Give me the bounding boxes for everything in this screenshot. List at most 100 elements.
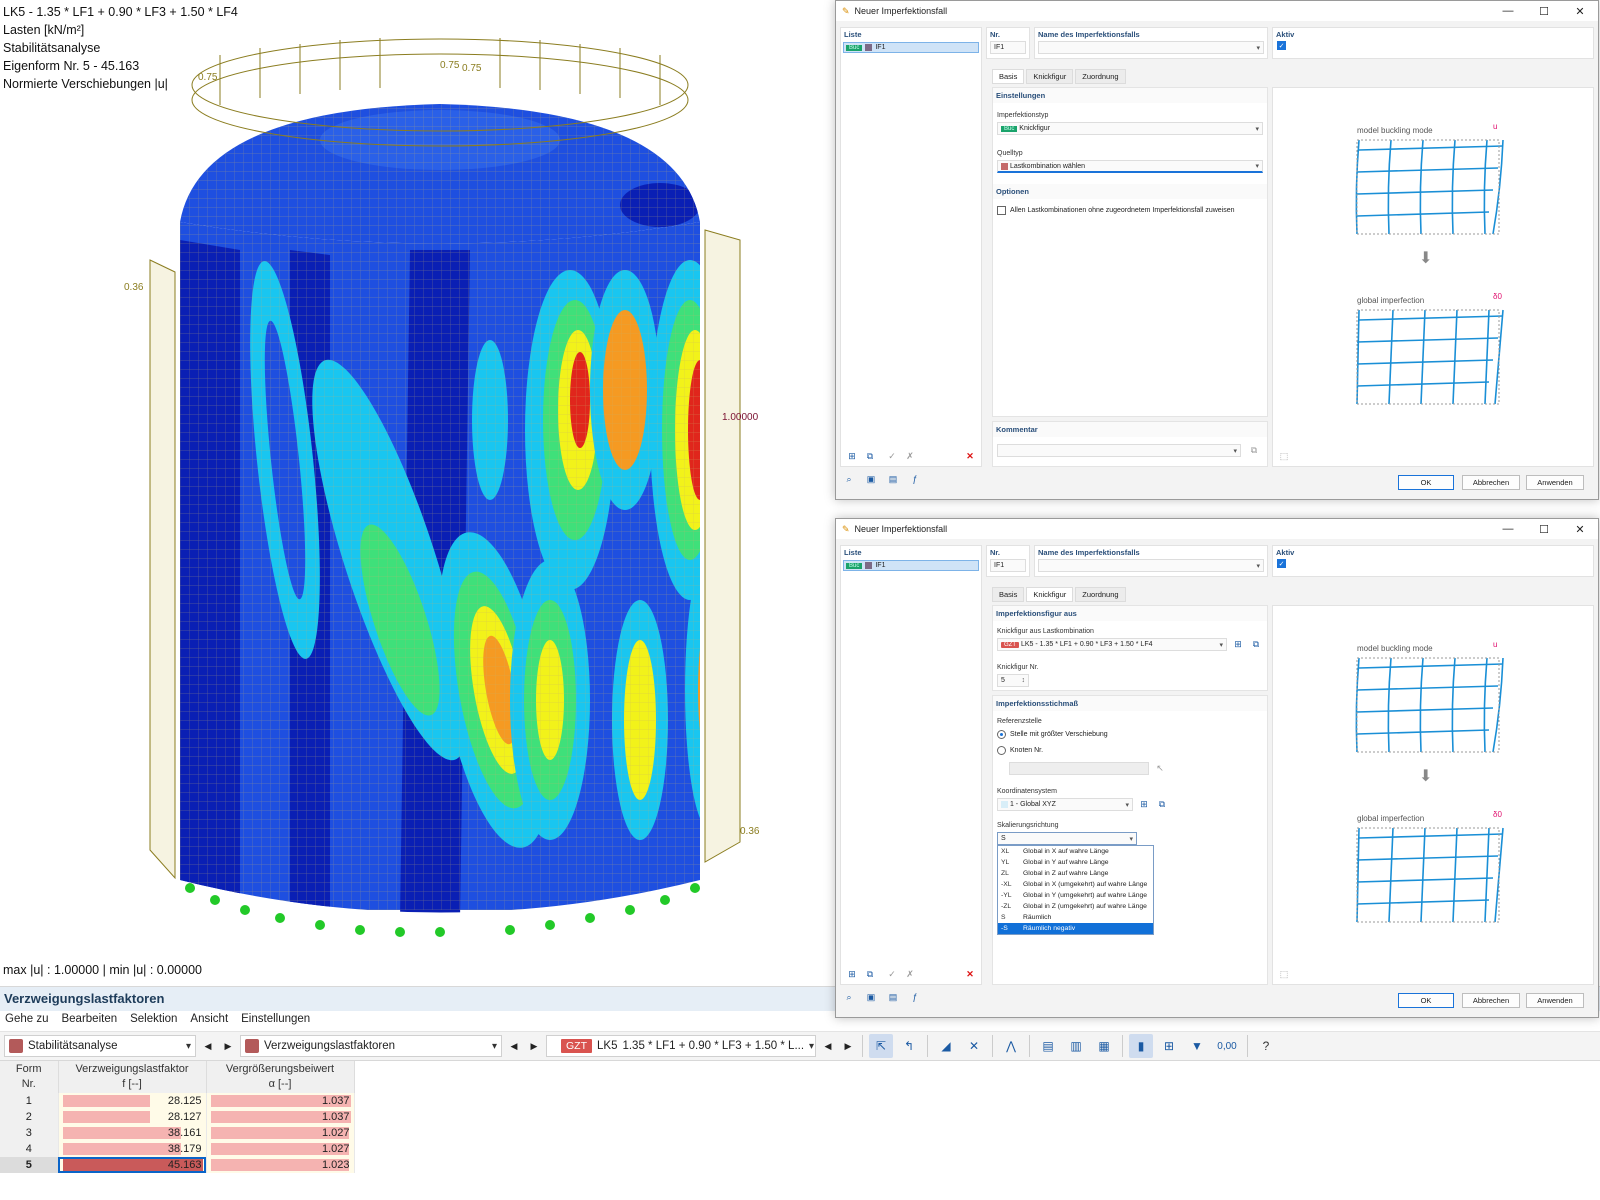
model-icon[interactable]: ▤ [886, 473, 900, 485]
new-item-icon[interactable]: ⊞ [845, 968, 859, 980]
uncheck-icon[interactable]: ✗ [903, 450, 917, 462]
help-icon[interactable]: ? [1254, 1034, 1278, 1058]
tab-zuordnung[interactable]: Zuordnung [1075, 69, 1126, 84]
imptype-select[interactable]: Buc Knickfigur ▾ [997, 122, 1263, 135]
dropdown-option[interactable]: -XL Global in X (umgekehrt) auf wahre Län… [998, 879, 1153, 890]
magnification-cell[interactable]: 1.037 [206, 1093, 355, 1109]
table-row[interactable]: 1 28.125 1.037 [0, 1093, 355, 1109]
delete-icon[interactable]: ✕ [963, 968, 977, 980]
minimize-icon[interactable]: — [1490, 523, 1526, 536]
nr-field[interactable]: IF1 [990, 559, 1026, 572]
factor-cell[interactable]: 28.125 [58, 1093, 207, 1109]
check-icon[interactable]: ✓ [885, 968, 899, 980]
load-combination-select[interactable]: GZT LK5 1.35 * LF1 + 0.90 * LF3 + 1.50 *… [546, 1035, 816, 1057]
shape-combo-select[interactable]: GZT LK5 - 1.35 * LF1 + 0.90 * LF3 + 1.50… [997, 638, 1227, 651]
minimize-icon[interactable]: — [1490, 5, 1526, 18]
ok-button[interactable]: OK [1398, 993, 1454, 1008]
formula-icon[interactable]: ƒ [908, 991, 922, 1003]
delete-icon[interactable]: ✕ [963, 450, 977, 462]
excel-export-icon[interactable]: ⊞ [1157, 1034, 1181, 1058]
mode-no-spinner[interactable]: 5 ↕ [997, 674, 1029, 687]
new-cs-icon[interactable]: ⊞ [1137, 798, 1151, 810]
col-header-factor[interactable]: Verzweigungslastfaktor f [--] [58, 1061, 207, 1093]
edit-combo-icon[interactable]: ⧉ [1249, 638, 1263, 650]
ok-button[interactable]: OK [1398, 475, 1454, 490]
decimal-places-icon[interactable]: 0,00 [1213, 1034, 1241, 1058]
info-icon[interactable]: ⬚ [1277, 450, 1291, 462]
table-row[interactable]: 5 45.163 1.023 [0, 1157, 355, 1173]
units-icon[interactable]: ▣ [864, 473, 878, 485]
active-checkbox[interactable]: ✓ [1277, 41, 1286, 50]
search-icon[interactable]: ⌕ [842, 991, 856, 1003]
result-table-select[interactable]: Verzweigungslastfaktoren ▾ [240, 1035, 502, 1057]
bar-chart-icon[interactable]: ▮ [1129, 1034, 1153, 1058]
prev-arrow-icon[interactable]: ◀ [506, 1036, 522, 1056]
cancel-button[interactable]: Abbrechen [1462, 993, 1520, 1008]
dropdown-option[interactable]: XL Global in X auf wahre Länge [998, 846, 1153, 857]
tab-basis[interactable]: Basis [992, 587, 1025, 602]
cancel-button[interactable]: Abbrechen [1462, 475, 1520, 490]
select-in-model-icon[interactable]: ⇱ [869, 1034, 893, 1058]
pick-node-icon[interactable]: ↖ [1153, 762, 1167, 774]
maximize-icon[interactable]: ☐ [1526, 523, 1562, 536]
dropdown-option[interactable]: -YL Global in Y (umgekehrt) auf wahre Län… [998, 890, 1153, 901]
comment-library-icon[interactable]: ⧉ [1247, 444, 1261, 456]
table-grid-icon[interactable]: ▦ [1092, 1034, 1116, 1058]
menu-edit[interactable]: Bearbeiten [61, 1013, 117, 1029]
tab-zuordnung[interactable]: Zuordnung [1075, 587, 1126, 602]
menu-settings[interactable]: Einstellungen [241, 1013, 310, 1029]
jump-icon[interactable]: ↰ [897, 1034, 921, 1058]
next-arrow-icon[interactable]: ▶ [526, 1036, 542, 1056]
tab-knickfigur[interactable]: Knickfigur [1026, 587, 1074, 602]
model-icon[interactable]: ▤ [886, 991, 900, 1003]
info-icon[interactable]: ⬚ [1277, 968, 1291, 980]
dropdown-option[interactable]: ZL Global in Z auf wahre Länge [998, 868, 1153, 879]
filter-icon[interactable]: ▼ [1185, 1034, 1209, 1058]
copy-item-icon[interactable]: ⧉ [863, 968, 877, 980]
apply-button[interactable]: Anwenden [1526, 475, 1584, 490]
source-select[interactable]: Lastkombination wählen ▾ [997, 160, 1263, 173]
formula-icon[interactable]: ƒ [908, 473, 922, 485]
list-item[interactable]: Buc IF1 [843, 42, 979, 53]
ref-node-radio[interactable] [997, 746, 1006, 755]
assign-all-checkbox[interactable] [997, 206, 1006, 215]
table-rows-icon[interactable]: ▥ [1064, 1034, 1088, 1058]
close-icon[interactable]: ✕ [1562, 523, 1598, 536]
next-arrow-icon[interactable]: ▶ [840, 1036, 856, 1056]
table-row[interactable]: 3 38.161 1.027 [0, 1125, 355, 1141]
next-arrow-icon[interactable]: ▶ [220, 1036, 236, 1056]
check-icon[interactable]: ✓ [885, 450, 899, 462]
name-field[interactable]: ▾ [1038, 41, 1264, 54]
dropdown-option[interactable]: -S Räumlich negativ [998, 923, 1153, 934]
analysis-type-select[interactable]: Stabilitätsanalyse ▾ [4, 1035, 196, 1057]
dropdown-option[interactable]: S Räumlich [998, 912, 1153, 923]
magnification-cell[interactable]: 1.027 [206, 1141, 355, 1157]
values-display-icon[interactable]: ✕ [962, 1034, 986, 1058]
active-checkbox[interactable]: ✓ [1277, 559, 1286, 568]
scale-select[interactable]: S ▾ [997, 832, 1137, 845]
magnification-cell[interactable]: 1.037 [206, 1109, 355, 1125]
new-combo-icon[interactable]: ⊞ [1231, 638, 1245, 650]
new-item-icon[interactable]: ⊞ [845, 450, 859, 462]
comment-field[interactable]: ▾ [997, 444, 1241, 457]
structure-icon[interactable]: ⋀ [999, 1034, 1023, 1058]
menu-view[interactable]: Ansicht [190, 1013, 228, 1029]
ref-max-radio[interactable] [997, 730, 1006, 739]
factor-cell[interactable]: 38.179 [58, 1141, 207, 1157]
list-item[interactable]: Buc IF1 [843, 560, 979, 571]
prev-arrow-icon[interactable]: ◀ [200, 1036, 216, 1056]
magnification-cell[interactable]: 1.027 [206, 1125, 355, 1141]
factor-cell[interactable]: 38.161 [58, 1125, 207, 1141]
table-columns-icon[interactable]: ▤ [1036, 1034, 1060, 1058]
apply-button[interactable]: Anwenden [1526, 993, 1584, 1008]
col-header-form[interactable]: Form Nr. [0, 1061, 59, 1093]
menu-goto[interactable]: Gehe zu [5, 1013, 48, 1029]
dropdown-option[interactable]: -ZL Global in Z (umgekehrt) auf wahre Län… [998, 901, 1153, 912]
maximize-icon[interactable]: ☐ [1526, 5, 1562, 18]
cs-select[interactable]: 1 - Global XYZ ▾ [997, 798, 1133, 811]
dropdown-option[interactable]: YL Global in Y auf wahre Länge [998, 857, 1153, 868]
table-row[interactable]: 4 38.179 1.027 [0, 1141, 355, 1157]
col-header-magnification[interactable]: Vergrößerungsbeiwert α [--] [206, 1061, 355, 1093]
nr-field[interactable]: IF1 [990, 41, 1026, 54]
node-number-field[interactable] [1009, 762, 1149, 775]
